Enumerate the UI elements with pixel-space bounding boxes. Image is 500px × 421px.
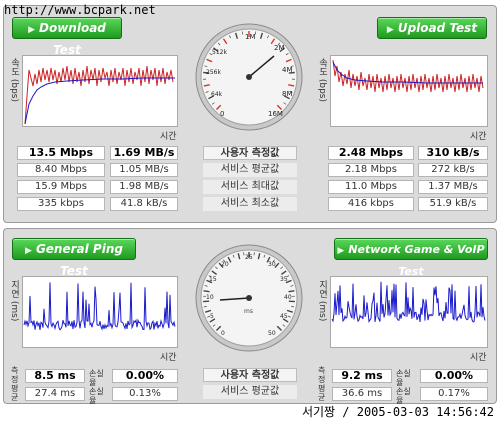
- ping-row-head-measure: 측정: [11, 366, 19, 384]
- upload-test-label: Upload Test: [397, 21, 478, 35]
- latency-gauge-tick-20: 20: [221, 261, 229, 268]
- latency-gauge-tick-40: 40: [284, 294, 292, 301]
- game-user-latency: 9.2 ms: [332, 369, 392, 383]
- watermark: http://www.bcpark.net: [4, 3, 156, 17]
- upload-min-bytes: 51.9 kB/s: [418, 197, 488, 211]
- speed-gauge-hub: [246, 74, 252, 80]
- latency-gauge-tick-25: 25: [245, 254, 253, 261]
- latency-gauge: 0 5 10 15 20 25 30 35 40 45 50 ms: [194, 243, 304, 353]
- latency-gauge-hub: [246, 295, 252, 301]
- speed-row-label-max: 서비스 최대값: [203, 180, 297, 194]
- latency-gauge-tick-5: 5: [210, 313, 214, 320]
- network-game-voip-test-button[interactable]: ▶ Network Game & VoIP Test: [334, 238, 488, 278]
- speed-gauge-tick-4m: 4M: [282, 66, 293, 74]
- game-user-loss: 0.00%: [420, 369, 488, 383]
- gauge-tick-mark: [288, 290, 295, 293]
- download-chart: [22, 55, 178, 127]
- ping-avg-latency: 27.4 ms: [25, 387, 85, 401]
- speed-gauge: 0 64k 256k 512k 1M 2M 4M 8M 16M: [194, 22, 304, 132]
- download-min-bytes: 41.8 kB/s: [110, 197, 178, 211]
- ping-chart-y-label: 지연 (ms): [9, 280, 19, 322]
- upload-max-bps: 11.0 Mbps: [328, 180, 414, 194]
- ping-chart-plot: [23, 282, 176, 331]
- upload-user-bytes: 310 kB/s: [418, 146, 488, 160]
- download-user-bps: 13.5 Mbps: [17, 146, 105, 160]
- upload-user-bps: 2.48 Mbps: [328, 146, 414, 160]
- game-chart-y-label: 지연 (ms): [317, 280, 327, 322]
- download-red-series: [24, 65, 174, 125]
- ping-loss-header-avg: 손실율: [89, 387, 104, 405]
- game-latency-series: [331, 281, 486, 323]
- download-min-bps: 335 kbps: [17, 197, 105, 211]
- play-arrow-icon: ▶: [25, 246, 32, 256]
- download-blue-series: [24, 77, 175, 125]
- game-chart-plot: [331, 281, 486, 323]
- speed-gauge-tick-64k: 64k: [211, 91, 223, 98]
- ping-chart-x-label: 시간: [160, 353, 177, 363]
- upload-max-bytes: 1.37 MB/s: [418, 180, 488, 194]
- game-row-head-average: 평균: [318, 384, 326, 402]
- download-max-bytes: 1.98 MB/s: [110, 180, 178, 194]
- footer-credit: 서기짱 / 2005-03-03 14:56:42: [301, 405, 494, 419]
- upload-chart-x-label: 시간: [470, 132, 487, 142]
- latency-gauge-tick-35: 35: [280, 276, 288, 283]
- game-loss-header: 손실율: [396, 369, 411, 387]
- latency-gauge-unit: ms: [244, 308, 253, 315]
- ping-loss-header: 손실율: [89, 369, 104, 387]
- game-avg-latency: 36.6 ms: [332, 387, 392, 401]
- upload-chart-plot: [332, 59, 484, 93]
- speed-gauge-tick-256k: 256k: [206, 69, 221, 76]
- ping-row-head-average: 평균: [11, 384, 19, 402]
- upload-chart-y-label: 속도 (bps): [317, 58, 327, 102]
- latency-gauge-tick-30: 30: [268, 261, 276, 268]
- download-chart-y-label: 속도 (bps): [9, 58, 19, 102]
- play-arrow-icon: ▶: [386, 25, 394, 35]
- speed-row-label-avg: 서비스 평균값: [203, 163, 297, 177]
- speed-gauge-tick-8m: 8M: [282, 90, 293, 98]
- latency-gauge-tick-0: 0: [221, 330, 225, 337]
- upload-chart: [330, 55, 488, 127]
- download-avg-bytes: 1.05 MB/s: [110, 163, 178, 177]
- speed-gauge-tick-2m: 2M: [274, 44, 285, 52]
- speed-row-label-user: 사용자 측정값: [203, 146, 297, 160]
- ping-user-latency: 8.5 ms: [25, 369, 85, 383]
- ping-user-loss: 0.00%: [112, 369, 178, 383]
- game-chart: [330, 276, 488, 348]
- speed-gauge-tick-16m: 16M: [268, 110, 283, 118]
- upload-avg-bytes: 272 kB/s: [418, 163, 488, 177]
- game-chart-x-label: 시간: [470, 353, 487, 363]
- upload-test-button[interactable]: ▶ Upload Test: [377, 17, 487, 39]
- download-test-button[interactable]: ▶ Download Test: [12, 17, 122, 57]
- speed-gauge-tick-1m: 1M: [245, 33, 256, 41]
- latency-gauge-tick-10: 10: [206, 294, 214, 301]
- ping-row-label-user: 사용자 측정값: [203, 368, 297, 382]
- download-user-bytes: 1.69 MB/s: [110, 146, 178, 160]
- speed-row-label-min: 서비스 최소값: [203, 197, 297, 211]
- general-ping-test-button[interactable]: ▶ General Ping Test: [12, 238, 136, 278]
- upload-red-series: [332, 59, 484, 93]
- ping-row-label-avg: 서비스 평균값: [203, 385, 297, 399]
- game-avg-loss: 0.17%: [420, 387, 488, 401]
- speed-gauge-tick-512k: 512k: [212, 49, 227, 56]
- latency-gauge-tick-45: 45: [280, 313, 288, 320]
- download-chart-plot: [24, 65, 175, 125]
- latency-gauge-tick-50: 50: [268, 330, 276, 337]
- download-avg-bps: 8.40 Mbps: [17, 163, 105, 177]
- play-arrow-icon: ▶: [337, 246, 345, 256]
- speed-gauge-tick-0: 0: [220, 110, 224, 118]
- download-max-bps: 15.9 Mbps: [17, 180, 105, 194]
- download-chart-x-label: 시간: [160, 132, 177, 142]
- ping-avg-loss: 0.13%: [112, 387, 178, 401]
- game-row-head-measure: 측정: [318, 366, 326, 384]
- play-arrow-icon: ▶: [28, 25, 36, 35]
- gauge-tick-mark: [203, 290, 210, 293]
- upload-avg-bps: 2.18 Mbps: [328, 163, 414, 177]
- latency-gauge-tick-15: 15: [209, 276, 217, 283]
- ping-latency-series: [23, 282, 176, 331]
- upload-min-bps: 416 kbps: [328, 197, 414, 211]
- ping-chart: [22, 276, 178, 348]
